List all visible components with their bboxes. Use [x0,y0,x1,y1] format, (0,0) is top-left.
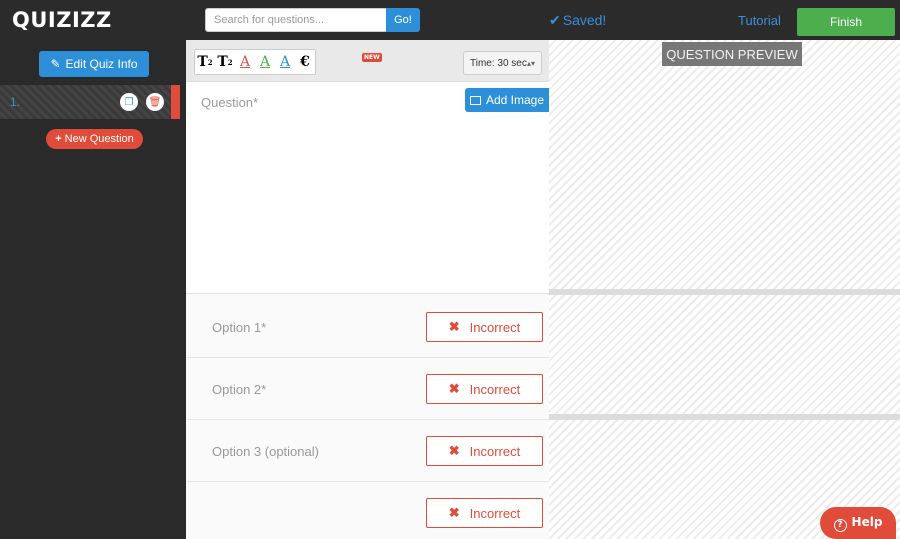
new-question-label: New Question [64,133,134,145]
question-number: 1. [10,95,21,109]
option-4-correctness-toggle[interactable]: ✖ Incorrect [426,498,543,528]
option-1-status: Incorrect [469,319,521,335]
edit-quiz-info-button[interactable]: ✎ Edit Quiz Info [39,51,149,77]
x-icon: ✖ [448,381,460,396]
subscript-icon[interactable]: T2 [215,50,235,74]
add-image-button[interactable]: Add Image [465,88,549,112]
add-image-label: Add Image [485,93,545,107]
x-icon: ✖ [448,443,460,458]
currency-euro-icon[interactable]: € [295,50,315,74]
duplicate-question-icon[interactable]: ❐ [120,93,138,111]
search-go-button[interactable]: Go! [386,8,420,32]
question-sidebar: ✎ Edit Quiz Info 1. ❐ 🗑 + New Question [0,40,186,539]
tutorial-link[interactable]: Tutorial [738,13,781,28]
question-editor: T2 T2 A A A € NEW Time: 30 sec ▴▾ Questi… [186,40,549,539]
option-4-status: Incorrect [469,505,521,521]
time-select-value: Time: 30 sec [470,57,527,69]
question-mark-icon: ? [833,518,847,532]
select-arrows-icon: ▴▾ [526,58,535,68]
checkmark-icon: ✔ [549,12,561,28]
text-color-blue-icon[interactable]: A [275,50,295,74]
option-1-placeholder: Option 1* [212,320,267,335]
question-list-item[interactable]: 1. ❐ 🗑 [0,85,180,119]
option-3-status: Incorrect [469,443,521,459]
question-preview-title: QUESTION PREVIEW [662,42,802,66]
option-2-correctness-toggle[interactable]: ✖ Incorrect [426,374,543,404]
question-placeholder: Question* [201,95,259,110]
option-row-4[interactable]: ✖ Incorrect [186,482,549,539]
question-preview-panel: QUESTION PREVIEW [549,40,900,539]
format-tools: T2 T2 A A A € [194,49,316,75]
help-label: Help [851,514,883,529]
help-button[interactable]: ? Help [820,507,896,539]
quizizz-logo[interactable]: QUIZIZZ [12,8,112,32]
finish-button[interactable]: Finish [797,8,895,36]
option-3-correctness-toggle[interactable]: ✖ Incorrect [426,436,543,466]
option-2-placeholder: Option 2* [212,382,267,397]
option-row-2[interactable]: Option 2* ✖ Incorrect [186,358,549,420]
top-bar: QUIZIZZ Go! ✔Saved! Tutorial Finish [0,0,900,40]
text-color-red-icon[interactable]: A [235,50,255,74]
preview-divider [549,414,900,420]
x-icon: ✖ [448,505,460,520]
x-icon: ✖ [448,319,460,334]
plus-icon: + [55,133,62,145]
option-3-placeholder: Option 3 (optional) [212,444,319,459]
edit-quiz-info-label: Edit Quiz Info [65,57,138,71]
saved-status-label: Saved! [562,12,607,28]
new-question-button[interactable]: + New Question [46,129,143,149]
image-icon [469,96,481,105]
search-input[interactable] [205,8,387,32]
option-row-1[interactable]: Option 1* ✖ Incorrect [186,296,549,358]
option-row-3[interactable]: Option 3 (optional) ✖ Incorrect [186,420,549,482]
option-1-correctness-toggle[interactable]: ✖ Incorrect [426,312,543,342]
text-color-green-icon[interactable]: A [255,50,275,74]
superscript-icon[interactable]: T2 [195,50,215,74]
question-input-area[interactable]: Question* Add Image [186,82,549,294]
active-question-indicator [171,85,180,119]
new-badge: NEW [362,53,382,62]
preview-divider [549,289,900,295]
time-select[interactable]: Time: 30 sec ▴▾ [463,51,542,75]
delete-question-icon[interactable]: 🗑 [146,93,164,111]
edit-icon: ✎ [50,57,61,71]
format-toolbar: T2 T2 A A A € NEW Time: 30 sec ▴▾ [186,40,549,82]
saved-status: ✔ Saved! [549,12,606,29]
option-2-status: Incorrect [469,381,521,397]
